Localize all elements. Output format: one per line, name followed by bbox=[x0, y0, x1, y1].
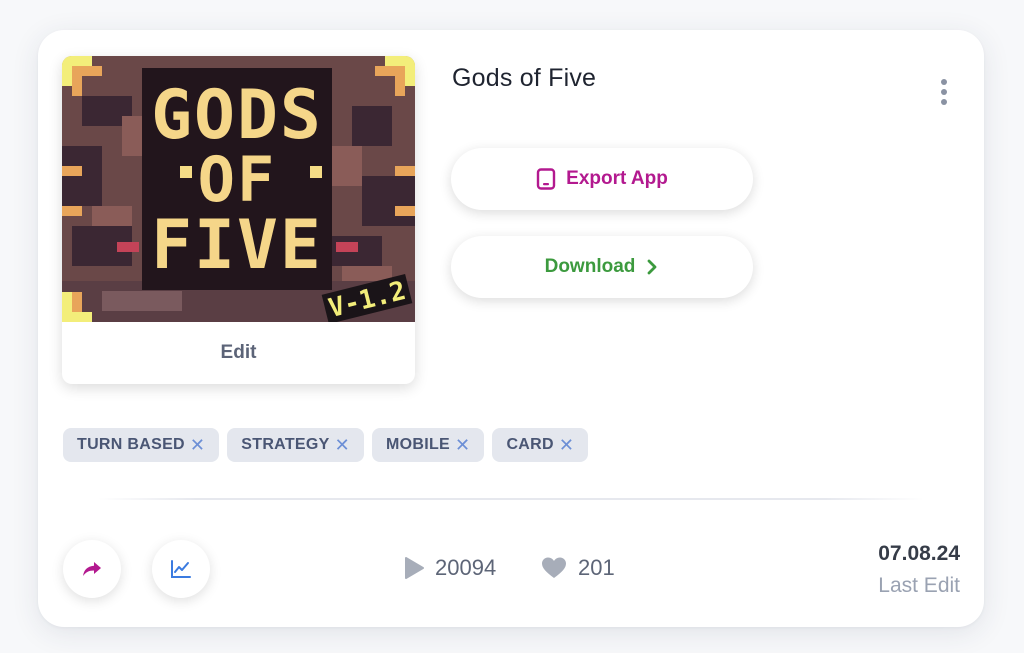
last-edit-label: Last Edit bbox=[878, 574, 960, 597]
more-vertical-icon-dot bbox=[941, 99, 947, 105]
more-vertical-icon-dot bbox=[941, 89, 947, 95]
tag-label: STRATEGY bbox=[241, 436, 330, 453]
close-icon[interactable]: ✕ bbox=[335, 435, 350, 456]
more-options-button[interactable] bbox=[932, 74, 956, 110]
tag-label: CARD bbox=[506, 436, 554, 453]
cover-logo-line3: FIVE bbox=[151, 206, 323, 285]
plays-value: 20094 bbox=[435, 555, 497, 580]
heart-icon bbox=[542, 557, 566, 578]
divider bbox=[98, 498, 924, 500]
statistics-button[interactable] bbox=[152, 540, 210, 598]
share-button[interactable] bbox=[63, 540, 121, 598]
export-app-button[interactable]: Export App bbox=[451, 148, 753, 210]
chevron-right-icon bbox=[647, 259, 657, 275]
plays-count: 20094 bbox=[403, 555, 496, 581]
download-button[interactable]: Download bbox=[451, 236, 753, 298]
tablet-icon bbox=[536, 168, 556, 190]
tag-chip: CARD ✕ bbox=[492, 428, 589, 462]
tag-label: TURN BASED bbox=[77, 436, 185, 453]
last-edit-date: 07.08.24 bbox=[878, 542, 960, 565]
tag-chip: TURN BASED ✕ bbox=[63, 428, 220, 462]
cover-panel: GODS OF FIVE V-1.2 Edit bbox=[62, 56, 415, 384]
play-icon bbox=[405, 557, 424, 579]
project-card: GODS OF FIVE V-1.2 Edit Gods of Five Exp… bbox=[38, 30, 984, 627]
tag-chip: MOBILE ✕ bbox=[372, 428, 485, 462]
tag-chip: STRATEGY ✕ bbox=[227, 428, 365, 462]
close-icon[interactable]: ✕ bbox=[559, 435, 574, 456]
tag-label: MOBILE bbox=[386, 436, 451, 453]
close-icon[interactable]: ✕ bbox=[455, 435, 470, 456]
likes-count[interactable]: 201 bbox=[540, 555, 615, 581]
export-app-label: Export App bbox=[566, 168, 668, 189]
cover-image[interactable]: GODS OF FIVE V-1.2 bbox=[62, 56, 415, 322]
close-icon[interactable]: ✕ bbox=[190, 435, 205, 456]
likes-value: 201 bbox=[578, 555, 615, 580]
download-label: Download bbox=[544, 256, 636, 277]
tag-list: TURN BASED ✕ STRATEGY ✕ MOBILE ✕ CARD ✕ bbox=[63, 428, 589, 462]
line-chart-icon bbox=[171, 560, 191, 578]
share-arrow-icon bbox=[83, 562, 101, 576]
more-vertical-icon bbox=[941, 79, 947, 85]
edit-button[interactable]: Edit bbox=[62, 322, 415, 384]
project-title: Gods of Five bbox=[452, 64, 597, 92]
